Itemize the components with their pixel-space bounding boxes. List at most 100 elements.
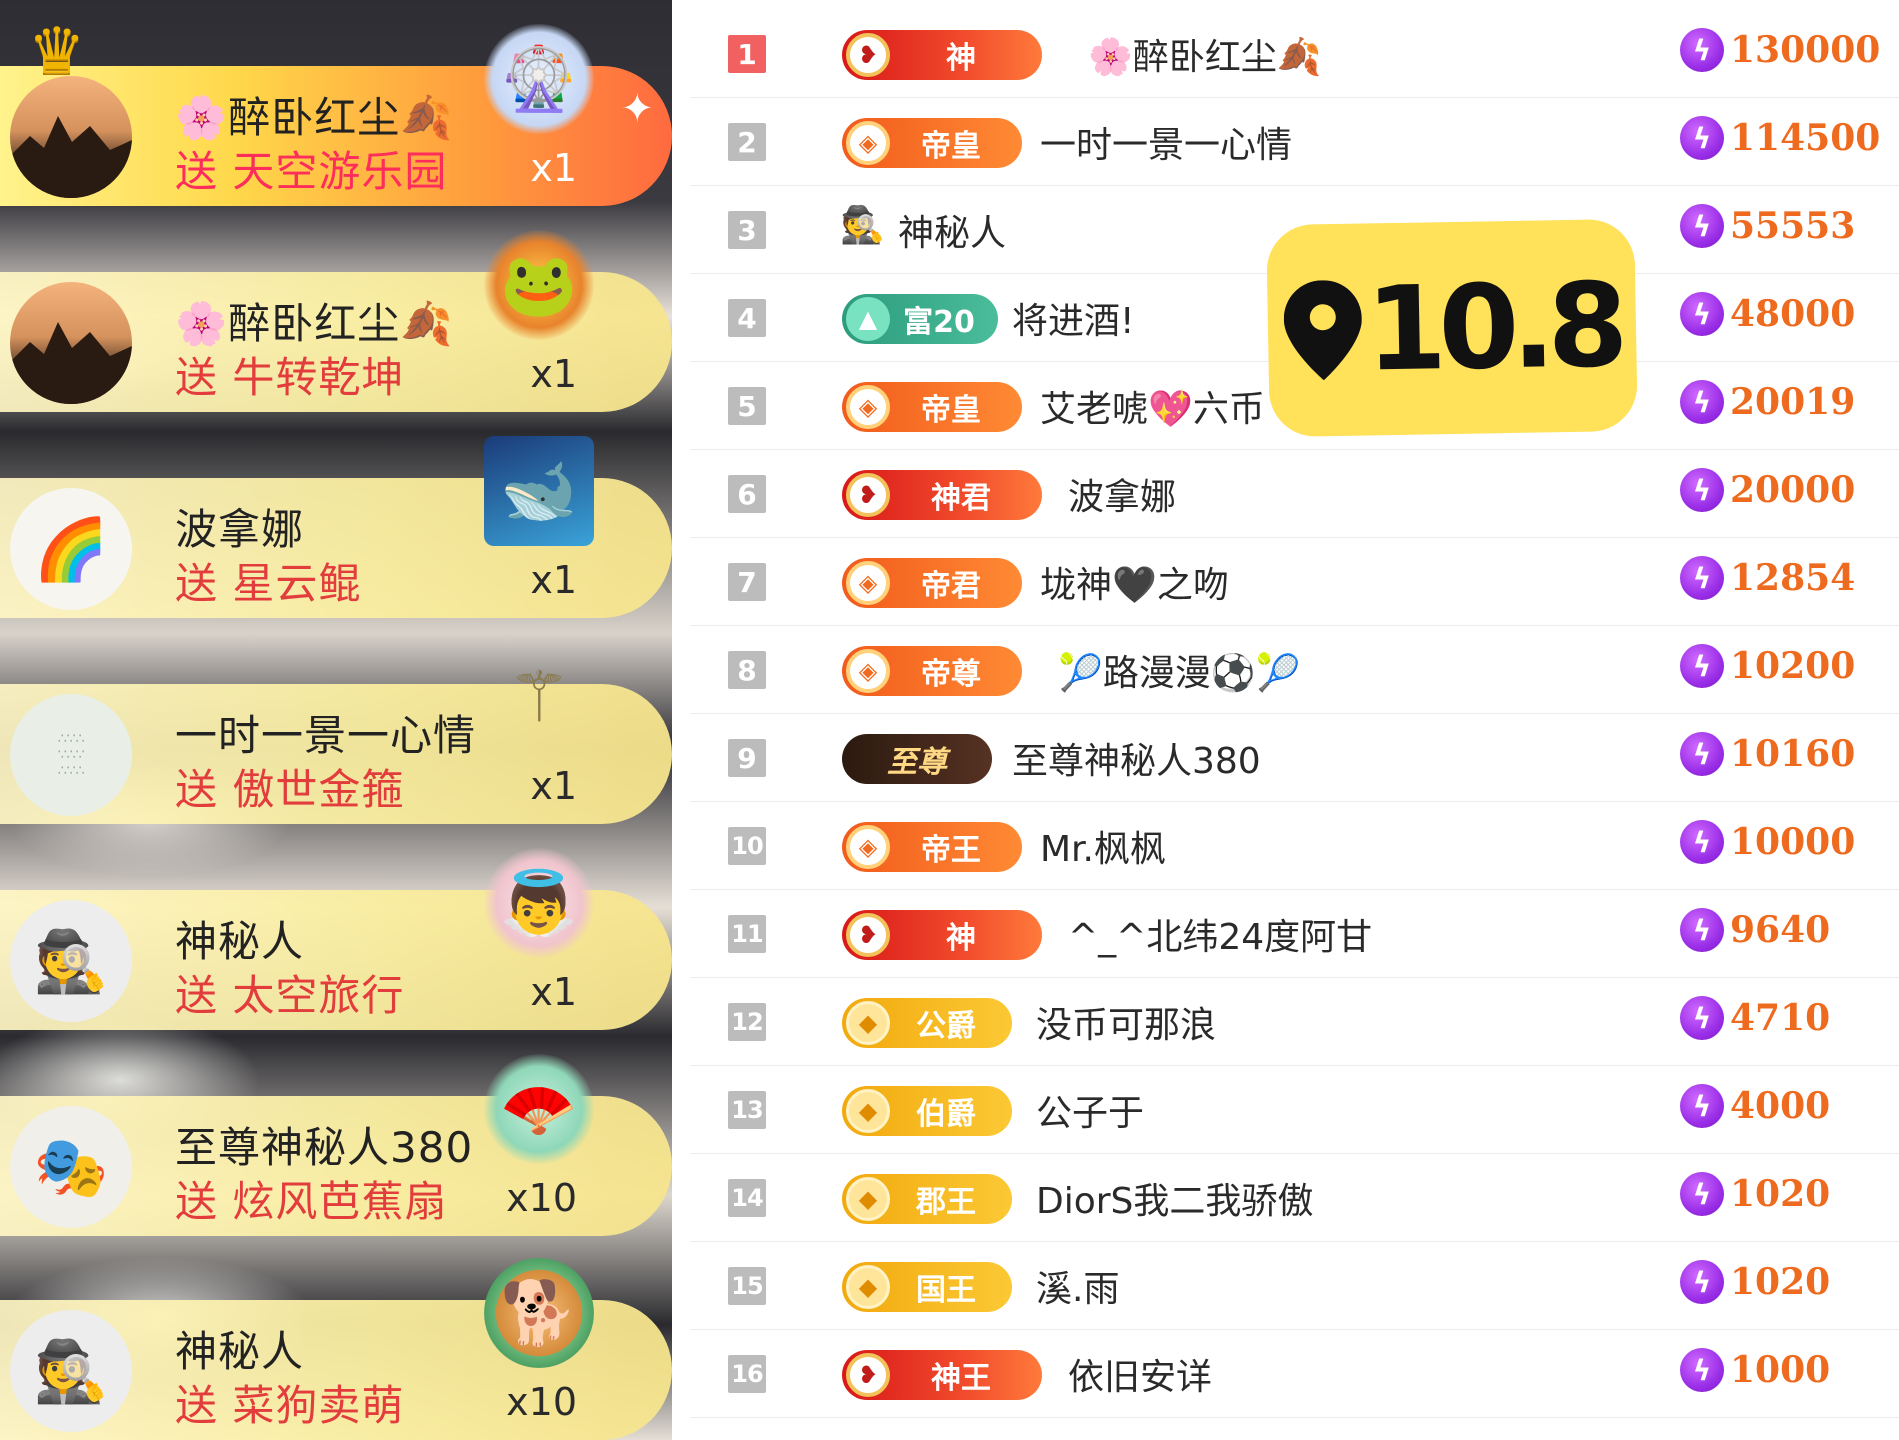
diamond-emblem-icon: ◆ [846, 1089, 890, 1133]
noble-badge: ❥ 神 [842, 910, 1042, 960]
rank-user-name[interactable]: 将进酒! [1012, 292, 1134, 344]
rank-number: 3 [728, 211, 766, 249]
mask-avatar[interactable]: 🎭 [10, 1106, 132, 1228]
ranking-row[interactable]: 14 ◆ 郡王 DiorS我二我骄傲 ϟ 1020 [690, 1154, 1899, 1242]
noble-badge: ◆ 国王 [842, 1262, 1012, 1312]
poem-avatar[interactable]: ∴∵∴ ∵∴∵ ∴∵∴ [10, 694, 132, 816]
lightning-icon: ϟ [1680, 1260, 1724, 1304]
gift-description: 送 太空旅行 [175, 971, 405, 1020]
gift-card[interactable]: 🕵 神秘人 送 菜狗卖萌 x10 🐕 [0, 1258, 672, 1440]
gift-sender-name: 🌸醉卧红尘🍂 [175, 299, 454, 348]
rank-score: ϟ 114500 [1680, 116, 1880, 160]
lightning-icon: ϟ [1680, 644, 1724, 688]
sunset-mountain-avatar[interactable] [10, 76, 132, 198]
rank-user-name[interactable]: 溪.雨 [1036, 1260, 1119, 1312]
rank-number: 16 [728, 1355, 766, 1393]
gift-quantity: x1 [530, 146, 577, 190]
mystery-man-avatar[interactable]: 🕵 [10, 1310, 132, 1432]
rank-score: ϟ 55553 [1680, 204, 1855, 248]
rank-user-name[interactable]: 神秘人 [898, 204, 1006, 256]
supreme-badge: 至尊 [842, 734, 992, 784]
rank-user-name[interactable]: 公子于 [1036, 1084, 1144, 1136]
rank-user-name[interactable]: 🎾路漫漫⚽🎾 [1058, 644, 1300, 696]
rank-score: ϟ 1000 [1680, 1348, 1830, 1392]
diamond-emblem-icon: ◆ [846, 1265, 890, 1309]
lightning-icon: ϟ [1680, 556, 1724, 600]
gift-card[interactable]: 🕵 神秘人 送 太空旅行 x1 👼 [0, 848, 672, 1030]
emperor-emblem-icon: ◈ [846, 825, 890, 869]
rank-user-name[interactable]: DiorS我二我骄傲 [1036, 1172, 1313, 1224]
ranking-row[interactable]: 2 ◈ 帝皇 一时一景一心情 ϟ 114500 [690, 98, 1899, 186]
sparkle-icon: ✦ [620, 86, 654, 132]
gift-card[interactable]: 🌸醉卧红尘🍂 送 牛转乾坤 x1 🐸 [0, 230, 672, 412]
rank-score: ϟ 20000 [1680, 468, 1855, 512]
rank-score: ϟ 20019 [1680, 380, 1855, 424]
ranking-row[interactable]: 10 ◈ 帝王 Mr.枫枫 ϟ 10000 [690, 802, 1899, 890]
ranking-row[interactable]: 1 ❥ 神 🌸醉卧红尘🍂 ϟ 130000 [690, 10, 1899, 98]
emperor-emblem-icon: ◈ [846, 385, 890, 429]
rank-user-name[interactable]: 没币可那浪 [1036, 996, 1216, 1048]
golden-staff-gift-icon: ⚚ [507, 656, 571, 738]
gift-sender-name: 一时一景一心情 [175, 711, 477, 760]
rank-user-name[interactable]: 艾老唬💖六币 [1040, 380, 1265, 432]
ranking-row[interactable]: 12 ◆ 公爵 没币可那浪 ϟ 4710 [690, 978, 1899, 1066]
gift-sender-name: 神秘人 [175, 1327, 305, 1376]
gift-card[interactable]: 🎭 至尊神秘人380 送 炫风芭蕉扇 x10 🪭 [0, 1054, 672, 1236]
gift-description: 送 星云鲲 [175, 559, 362, 608]
rank-number: 14 [728, 1179, 766, 1217]
rank-number: 10 [728, 827, 766, 865]
ranking-row[interactable]: 16 ❥ 神王 依旧安详 ϟ 1000 [690, 1330, 1899, 1418]
gift-sender-name: 🌸醉卧红尘🍂 [175, 93, 454, 142]
rank-score: ϟ 4000 [1680, 1084, 1830, 1128]
gift-card[interactable]: ∴∵∴ ∵∴∵ ∴∵∴ 一时一景一心情 送 傲世金箍 x1 ⚚ [0, 656, 672, 824]
lightning-icon: ϟ [1680, 380, 1724, 424]
gift-description: 送 炫风芭蕉扇 [175, 1177, 448, 1226]
gift-description: 送 牛转乾坤 [175, 353, 405, 402]
rank-user-name[interactable]: 🌸醉卧红尘🍂 [1088, 28, 1322, 80]
noble-badge: ◆ 伯爵 [842, 1086, 1012, 1136]
rank-number: 1 [728, 35, 766, 73]
wealth-badge: ▲ 富20 [842, 294, 998, 344]
rank-number: 7 [728, 563, 766, 601]
gift-quantity: x1 [530, 970, 577, 1014]
rank-number: 6 [728, 475, 766, 513]
lightning-icon: ϟ [1680, 1084, 1724, 1128]
rank-user-name[interactable]: 波拿娜 [1068, 468, 1176, 520]
noble-badge: ❥ 神王 [842, 1350, 1042, 1400]
lightning-icon: ϟ [1680, 292, 1724, 336]
gift-description: 送 傲世金箍 [175, 765, 405, 814]
rank-number: 8 [728, 651, 766, 689]
rank-number: 13 [728, 1091, 766, 1129]
gift-card[interactable]: 🌈 波拿娜 送 星云鲲 x1 🐋 [0, 436, 672, 618]
gift-quantity: x1 [530, 558, 577, 602]
ranking-row[interactable]: 9 至尊 至尊神秘人380 ϟ 10160 [690, 714, 1899, 802]
watermark-text: 10.8 [1364, 257, 1622, 397]
mystery-man-avatar[interactable]: 🕵 [10, 900, 132, 1022]
ranking-row[interactable]: 8 ◈ 帝尊 🎾路漫漫⚽🎾 ϟ 10200 [690, 626, 1899, 714]
ranking-row[interactable]: 13 ◆ 伯爵 公子于 ϟ 4000 [690, 1066, 1899, 1154]
ranking-row[interactable]: 6 ❥ 神君 波拿娜 ϟ 20000 [690, 450, 1899, 538]
god-emblem-icon: ❥ [846, 33, 890, 77]
emperor-emblem-icon: ◈ [846, 649, 890, 693]
ranking-row[interactable]: 15 ◆ 国王 溪.雨 ϟ 1020 [690, 1242, 1899, 1330]
rank-number: 5 [728, 387, 766, 425]
lightning-icon: ϟ [1680, 1172, 1724, 1216]
gift-description: 送 菜狗卖萌 [175, 1381, 405, 1430]
rank-user-name[interactable]: 垅神🖤之吻 [1040, 556, 1229, 608]
gift-card[interactable]: ♛ 🌸醉卧红尘🍂 送 天空游乐园 x1 🎡 ✦ [0, 20, 672, 206]
sunset-mountain-avatar[interactable] [10, 282, 132, 404]
ranking-row[interactable]: 7 ◈ 帝君 垅神🖤之吻 ϟ 12854 [690, 538, 1899, 626]
rank-number: 11 [728, 915, 766, 953]
lightning-icon: ϟ [1680, 28, 1724, 72]
rank-user-name[interactable]: ^_^北纬24度阿甘 [1068, 908, 1372, 960]
rainbow-avatar[interactable]: 🌈 [10, 488, 132, 610]
golden-toad-gift-icon: 🐸 [484, 230, 594, 340]
rank-user-name[interactable]: 至尊神秘人380 [1012, 732, 1261, 784]
banana-fan-gift-icon: 🪭 [484, 1054, 594, 1164]
rank-user-name[interactable]: Mr.枫枫 [1040, 820, 1166, 872]
contribution-ranking-list: 1 ❥ 神 🌸醉卧红尘🍂 ϟ 130000 2 ◈ 帝皇 一时一景一心情 ϟ 11450… [672, 0, 1899, 1440]
ranking-row[interactable]: 11 ❥ 神 ^_^北纬24度阿甘 ϟ 9640 [690, 890, 1899, 978]
lightning-icon: ϟ [1680, 996, 1724, 1040]
rank-user-name[interactable]: 依旧安详 [1068, 1348, 1212, 1400]
rank-user-name[interactable]: 一时一景一心情 [1040, 116, 1292, 168]
